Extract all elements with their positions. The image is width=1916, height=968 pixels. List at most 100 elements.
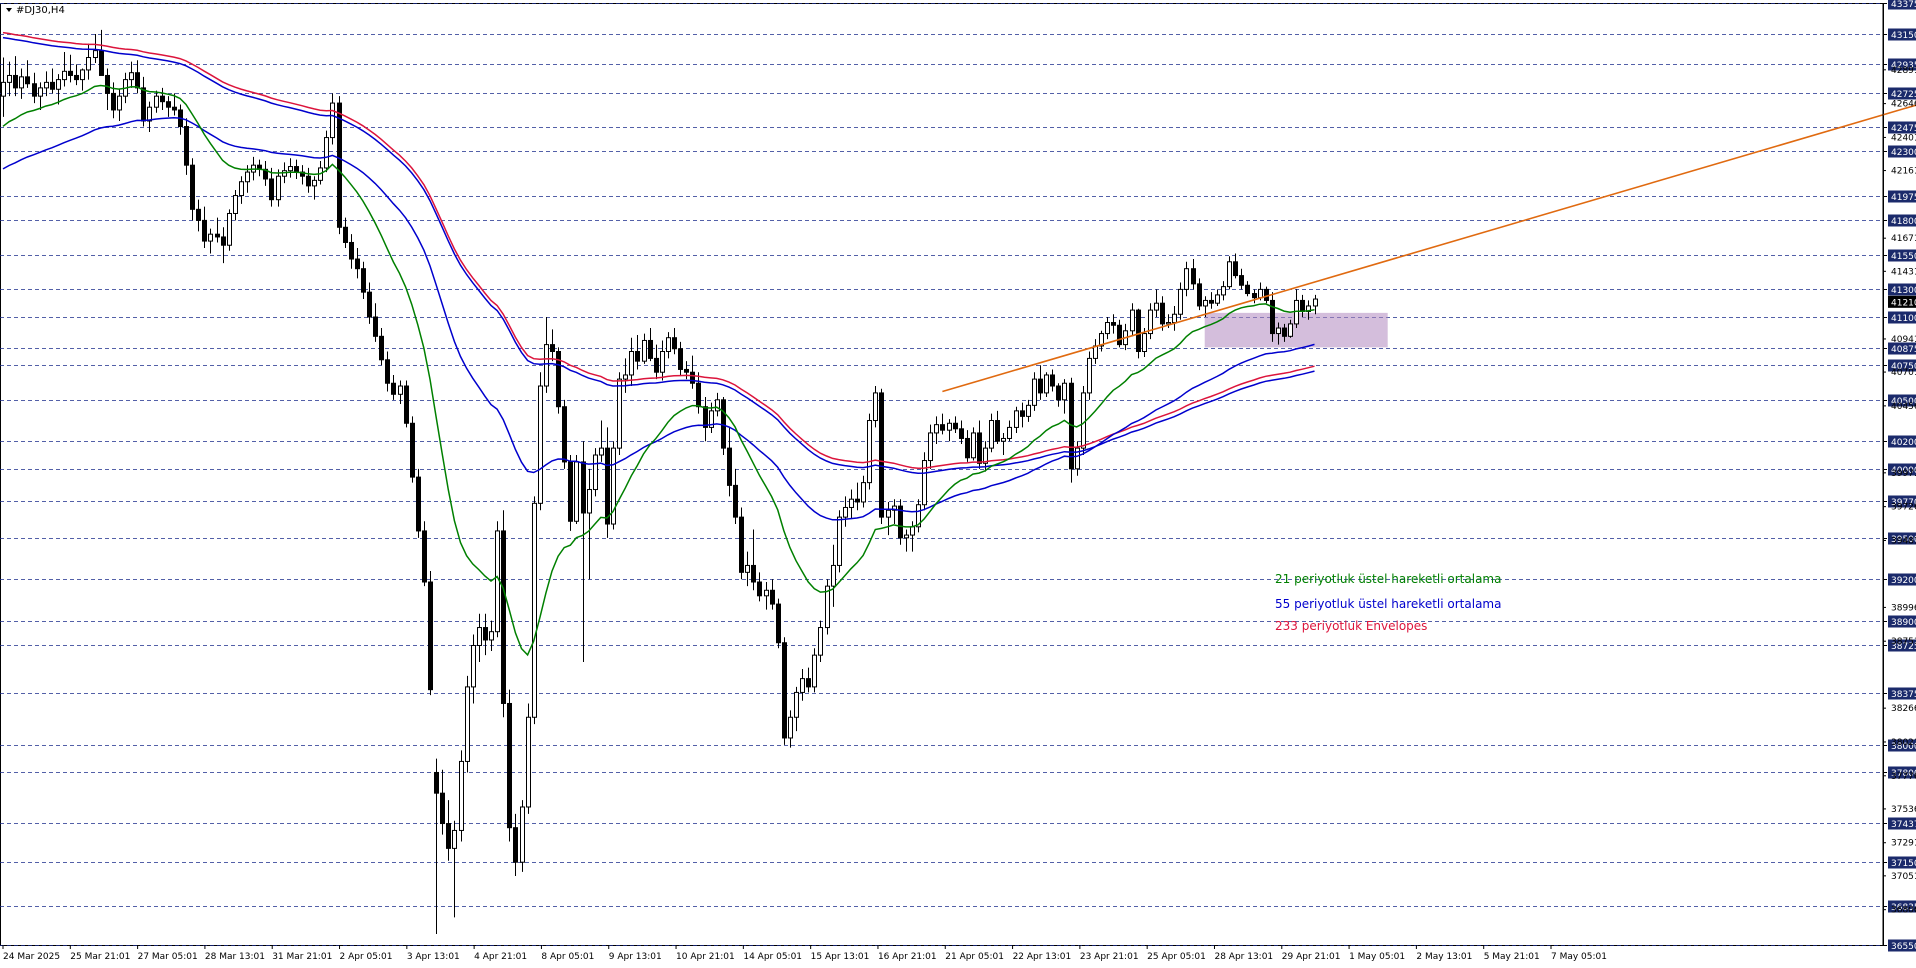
price-level-label: 41975 (1891, 193, 1916, 203)
candle-down (1233, 261, 1238, 277)
candle-up (489, 631, 494, 641)
price-chart[interactable]: 4337543150429354272542475423004197541800… (0, 0, 1916, 963)
candle-down (879, 392, 884, 518)
candle-up (1215, 294, 1220, 304)
price-label: 39726 (1891, 503, 1916, 513)
candle-up (1087, 357, 1092, 394)
price-level-label: 37150 (1891, 859, 1916, 869)
candle-down (196, 208, 201, 221)
candle-down (68, 70, 73, 76)
candle-up (904, 534, 909, 539)
time-label: 9 Apr 13:01 (609, 952, 662, 962)
candle-down (111, 92, 116, 111)
candle-up (1294, 299, 1299, 325)
candle-down (733, 484, 738, 518)
price-label: 41431 (1891, 267, 1916, 277)
candle-up (1001, 437, 1006, 442)
candle-down (654, 357, 659, 373)
candle-down (959, 428, 964, 439)
price-level-label: 43150 (1891, 31, 1916, 41)
price-label: 40701 (1891, 368, 1916, 378)
price-label: 39971 (1891, 469, 1916, 479)
candle-down (782, 642, 787, 739)
price-label: 40941 (1891, 335, 1916, 345)
candle-up (538, 385, 543, 504)
candle-up (526, 716, 531, 808)
candle-down (568, 461, 573, 522)
candle-down (1197, 283, 1202, 307)
candle-up (1227, 261, 1232, 288)
candle-up (831, 564, 836, 587)
price-level-label: 41550 (1891, 252, 1916, 262)
candle-down (391, 382, 396, 395)
candle-up (593, 454, 598, 491)
candle-down (995, 420, 1000, 442)
price-level-label: 41800 (1891, 217, 1916, 227)
candle-down (727, 447, 732, 486)
candle-down (1209, 299, 1214, 304)
candle-up (574, 461, 579, 522)
time-label: 21 Apr 05:01 (945, 952, 1004, 962)
candle-up (989, 420, 994, 449)
candle-up (93, 50, 98, 59)
candle-down (696, 382, 701, 408)
candle-down (172, 106, 177, 111)
candle-down (739, 516, 744, 573)
candle-up (788, 716, 793, 739)
candle-up (56, 79, 61, 90)
candle-up (324, 137, 329, 169)
candle-down (513, 827, 518, 863)
candle-down (428, 581, 433, 691)
time-label: 31 Mar 21:01 (272, 952, 332, 962)
candle-down (1111, 322, 1116, 326)
candle-up (642, 339, 647, 362)
candle-down (1050, 374, 1055, 387)
candle-down (965, 437, 970, 459)
candle-down (703, 406, 708, 428)
price-level-label: 41300 (1891, 286, 1916, 296)
candle-down (343, 226, 348, 243)
time-label: 25 Mar 21:01 (70, 952, 130, 962)
price-label: 38021 (1891, 738, 1916, 748)
candle-down (385, 359, 390, 384)
candle-up (812, 654, 817, 688)
candle-down (1038, 378, 1043, 394)
candle-down (379, 335, 384, 361)
candle-up (117, 95, 122, 111)
candle-down (581, 461, 586, 514)
candle-down (105, 74, 110, 94)
candle-down (1300, 299, 1305, 312)
candle-down (160, 95, 165, 103)
time-label: 27 Mar 05:01 (138, 952, 198, 962)
candle-up (208, 233, 213, 242)
candle-up (288, 166, 293, 172)
candle-down (776, 603, 781, 644)
candle-up (1154, 302, 1159, 311)
candle-down (684, 368, 689, 373)
candle-up (660, 351, 665, 373)
price-label: 38751 (1891, 637, 1916, 647)
candle-down (1117, 324, 1122, 346)
candle-up (1130, 309, 1135, 332)
candle-down (190, 164, 195, 210)
time-label: 10 Apr 21:01 (676, 952, 735, 962)
time-label: 2 Apr 05:01 (340, 952, 393, 962)
candle-up (599, 447, 604, 456)
candle-up (38, 87, 43, 97)
candle-up (1184, 268, 1189, 290)
candle-down (1020, 410, 1025, 417)
candle-up (312, 179, 317, 187)
candle-up (1007, 426, 1012, 439)
candle-up (1203, 299, 1208, 307)
time-label: 16 Apr 21:01 (878, 952, 937, 962)
candle-up (1105, 322, 1110, 335)
price-level-label: 43375 (1891, 0, 1916, 10)
candle-up (971, 432, 976, 459)
candle-up (532, 502, 537, 718)
legend-entry: 21 periyotluk üstel hareketli ortalama (1275, 572, 1501, 586)
candle-down (770, 589, 775, 605)
candle-up (330, 102, 335, 139)
time-label: 28 Apr 13:01 (1214, 952, 1273, 962)
time-label: 25 Apr 05:01 (1147, 952, 1206, 962)
candle-up (62, 70, 67, 81)
